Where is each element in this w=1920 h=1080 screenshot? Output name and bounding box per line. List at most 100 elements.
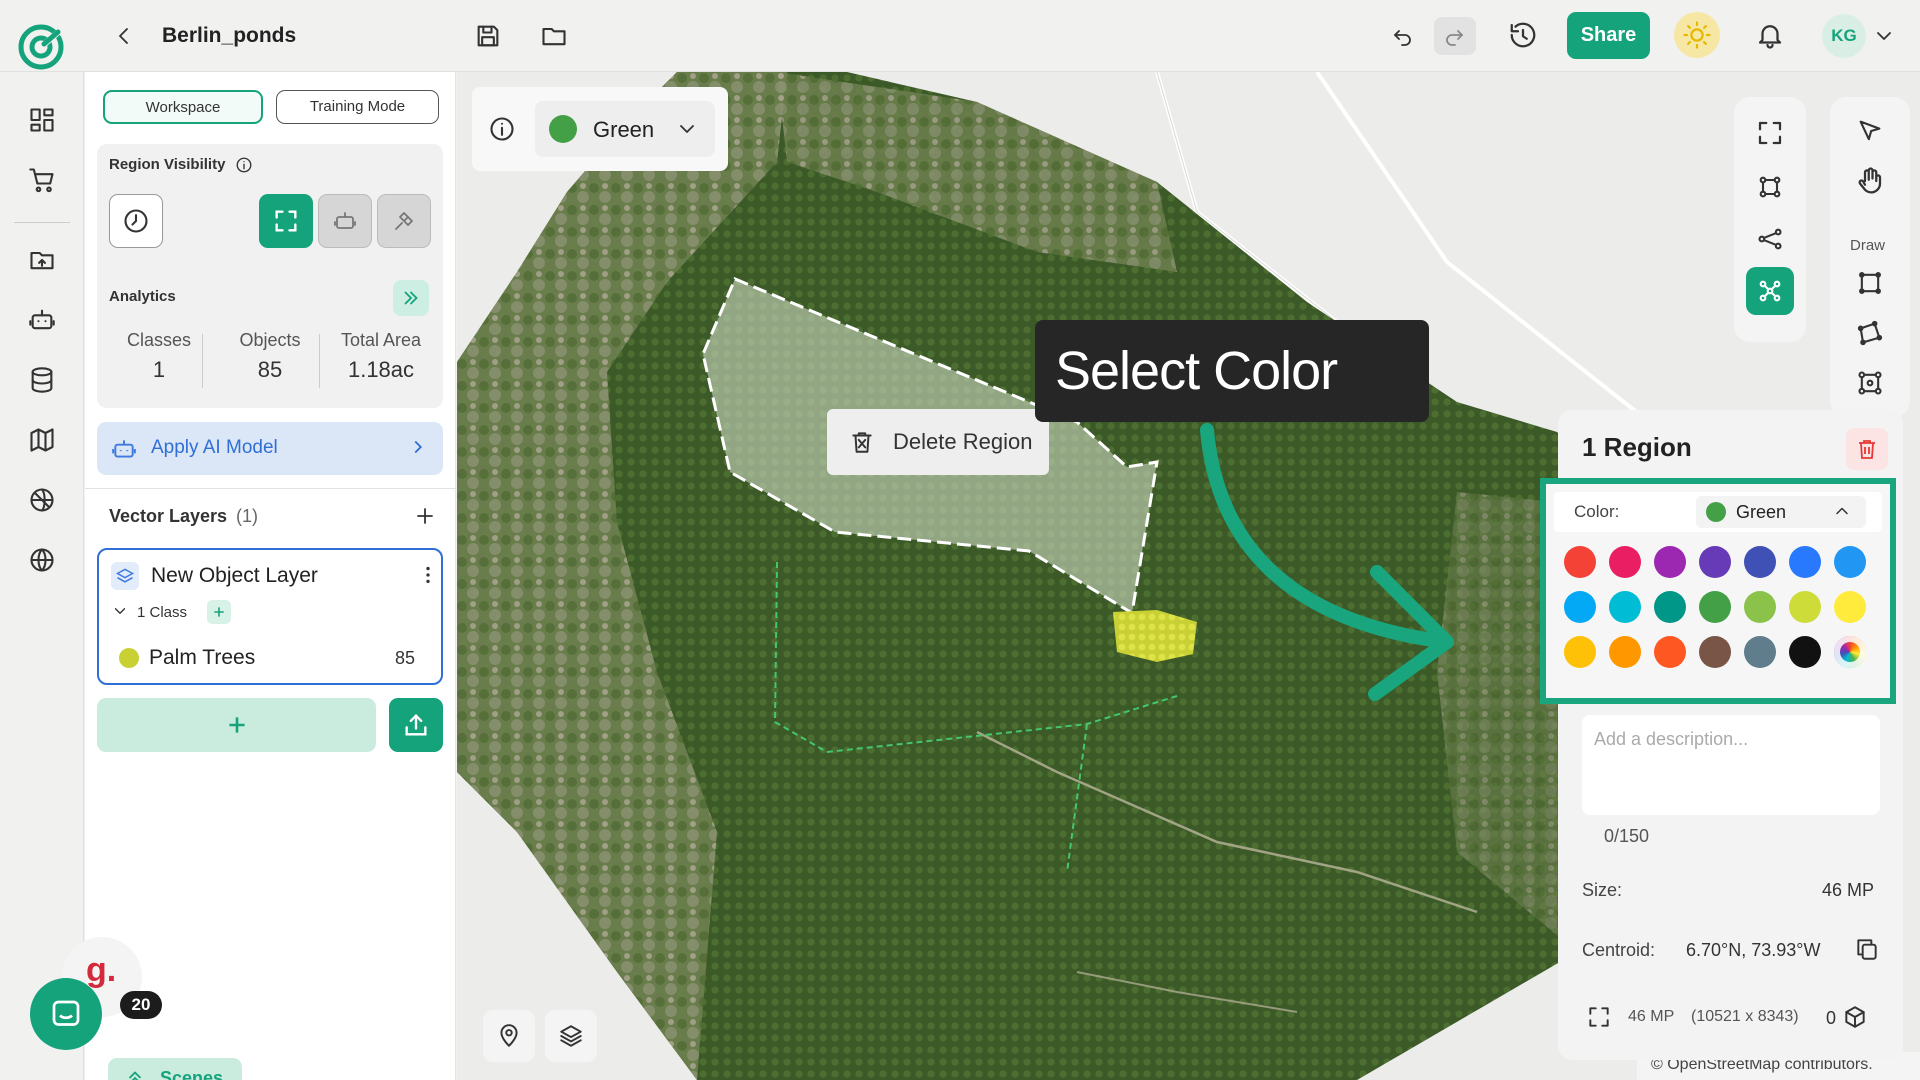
- delete-region-button[interactable]: Delete Region: [827, 409, 1049, 475]
- apply-ai-model-button[interactable]: Apply AI Model: [97, 422, 443, 475]
- history-icon[interactable]: [1508, 20, 1538, 55]
- chevrons-up-icon: [124, 1067, 146, 1080]
- draw-toolbox: Draw: [1830, 97, 1910, 417]
- color-swatch[interactable]: [1609, 546, 1641, 578]
- cart-icon[interactable]: [28, 166, 56, 194]
- chat-launcher-button[interactable]: [30, 978, 102, 1050]
- plus-icon: [228, 717, 245, 733]
- more-icon[interactable]: [417, 564, 439, 591]
- color-swatch[interactable]: [1834, 546, 1866, 578]
- layer-card[interactable]: New Object Layer 1 Class Palm Trees 85: [97, 548, 443, 685]
- trash-icon: [849, 429, 875, 460]
- node-path-icon[interactable]: [1746, 215, 1794, 263]
- char-count: 0/150: [1604, 826, 1650, 846]
- upload-button[interactable]: [389, 698, 443, 752]
- footer-mp: 46 MP: [1628, 1008, 1675, 1025]
- region-visibility-label: Region Visibility: [109, 156, 226, 173]
- layers-icon: [111, 562, 139, 590]
- folder-upload-icon[interactable]: [28, 246, 56, 274]
- folder-icon[interactable]: [540, 22, 568, 55]
- scenes-button[interactable]: Scenes: [108, 1058, 242, 1080]
- color-swatch[interactable]: [1609, 591, 1641, 623]
- color-swatch[interactable]: [1654, 546, 1686, 578]
- add-layer-button[interactable]: [97, 698, 376, 752]
- description-field[interactable]: Add a description...: [1582, 715, 1880, 815]
- share-button[interactable]: Share: [1567, 12, 1650, 59]
- pointer-icon[interactable]: [1846, 107, 1894, 155]
- color-swatch[interactable]: [1564, 546, 1596, 578]
- color-swatch[interactable]: [1564, 636, 1596, 668]
- database-icon[interactable]: [28, 366, 56, 394]
- color-swatch[interactable]: [1744, 636, 1776, 668]
- bell-icon[interactable]: [1755, 20, 1785, 55]
- back-icon[interactable]: [112, 24, 136, 53]
- arrow-annotation: [1200, 423, 1454, 701]
- draw-polygon-icon[interactable]: [1846, 309, 1894, 357]
- color-swatch[interactable]: [1564, 591, 1596, 623]
- visibility-satellite-button[interactable]: [377, 194, 431, 248]
- color-swatch[interactable]: [1789, 591, 1821, 623]
- stat-label: Objects: [239, 330, 301, 350]
- visibility-time-button[interactable]: [109, 194, 163, 248]
- robot-icon: [111, 436, 137, 467]
- draw-rectangle-icon[interactable]: [1846, 259, 1894, 307]
- hand-icon[interactable]: [1846, 157, 1894, 205]
- chevron-right-icon: [407, 436, 429, 463]
- color-swatch[interactable]: [1744, 591, 1776, 623]
- avatar[interactable]: KG: [1822, 14, 1866, 58]
- visibility-frame-button[interactable]: [259, 194, 313, 248]
- tab-training-mode[interactable]: Training Mode: [276, 90, 439, 124]
- centroid-label: Centroid:: [1582, 940, 1656, 960]
- chevron-down-icon[interactable]: [111, 602, 129, 625]
- layers-stack-icon[interactable]: [545, 1010, 597, 1062]
- fullscreen-icon[interactable]: [1586, 1004, 1612, 1035]
- chevron-down-icon: [675, 117, 699, 146]
- apply-ai-label: Apply AI Model: [151, 437, 278, 458]
- chevron-down-icon[interactable]: [1872, 24, 1896, 53]
- map-icon[interactable]: [28, 426, 56, 454]
- select-nodes-icon[interactable]: [1746, 163, 1794, 211]
- redo-icon[interactable]: [1434, 17, 1476, 55]
- fullscreen-icon[interactable]: [1746, 109, 1794, 157]
- left-rail: [0, 72, 84, 1080]
- info-icon[interactable]: [488, 115, 516, 148]
- color-swatch[interactable]: [1609, 636, 1641, 668]
- add-layer-icon[interactable]: [413, 504, 437, 533]
- copy-icon[interactable]: [1854, 936, 1880, 967]
- undo-icon[interactable]: [1382, 18, 1422, 54]
- color-swatch[interactable]: [1654, 591, 1686, 623]
- add-class-icon[interactable]: [207, 600, 231, 624]
- color-swatch[interactable]: [1789, 546, 1821, 578]
- draw-freeform-icon[interactable]: [1846, 359, 1894, 407]
- footer-dims: (10521 x 8343): [1691, 1008, 1799, 1025]
- save-icon[interactable]: [474, 22, 502, 55]
- color-swatch[interactable]: [1699, 636, 1731, 668]
- color-swatch[interactable]: [1744, 546, 1776, 578]
- color-swatch[interactable]: [1789, 636, 1821, 668]
- dashboard-icon[interactable]: [28, 106, 56, 134]
- visibility-robot-button[interactable]: [318, 194, 372, 248]
- globe-icon[interactable]: [28, 546, 56, 574]
- color-swatch[interactable]: [1699, 546, 1731, 578]
- expand-analytics-icon[interactable]: [393, 280, 429, 316]
- app-logo[interactable]: [16, 22, 66, 72]
- color-swatch[interactable]: [1699, 591, 1731, 623]
- robot-icon[interactable]: [28, 306, 56, 334]
- info-icon[interactable]: [235, 156, 253, 179]
- size-label: Size:: [1582, 880, 1623, 900]
- multi-node-icon[interactable]: [1746, 267, 1794, 315]
- stat-label: Classes: [126, 330, 192, 350]
- tab-workspace[interactable]: Workspace: [103, 90, 263, 124]
- class-name: Palm Trees: [149, 646, 256, 669]
- location-pin-icon[interactable]: [483, 1010, 535, 1062]
- color-dot: [549, 115, 577, 143]
- color-swatch[interactable]: [1834, 591, 1866, 623]
- delete-region-icon[interactable]: [1846, 428, 1888, 470]
- color-swatch[interactable]: [1834, 636, 1866, 668]
- globe-grid-icon[interactable]: [28, 486, 56, 514]
- color-swatch[interactable]: [1654, 636, 1686, 668]
- sun-icon[interactable]: [1674, 12, 1720, 58]
- vector-layers-label: Vector Layers: [109, 506, 228, 526]
- color-dropdown[interactable]: Green: [535, 101, 715, 157]
- cube-icon[interactable]: [1842, 1004, 1868, 1035]
